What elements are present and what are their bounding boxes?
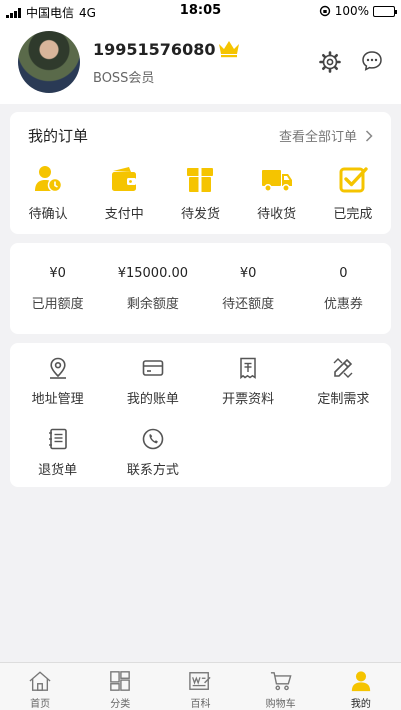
battery-icon bbox=[373, 5, 397, 17]
service-contact[interactable]: 联系方式 bbox=[105, 427, 200, 478]
quota-value: ¥0 bbox=[49, 266, 66, 281]
checkbox-icon bbox=[339, 167, 368, 193]
quota-grid: ¥0 已用额度 ¥15000.00 剩余额度 ¥0 待还额度 0 优惠券 bbox=[10, 243, 391, 312]
view-all-orders-label: 查看全部订单 bbox=[278, 130, 357, 145]
service-label: 地址管理 bbox=[31, 392, 84, 407]
order-status-label: 支付中 bbox=[104, 207, 144, 222]
orders-card: 我的订单 查看全部订单 待确认 支付中 待发货 待收货 已完成 bbox=[10, 112, 391, 234]
truck-icon bbox=[261, 170, 292, 192]
home-icon bbox=[29, 671, 51, 691]
rotation-lock-icon bbox=[319, 5, 330, 17]
card-icon bbox=[142, 360, 164, 376]
service-label: 定制需求 bbox=[317, 392, 370, 407]
tab-bar: 首页 分类 百科 购物车 我的 bbox=[0, 662, 401, 710]
tab-home[interactable]: 首页 bbox=[0, 663, 80, 710]
service-label: 我的账单 bbox=[126, 392, 179, 407]
service-label: 联系方式 bbox=[126, 463, 179, 478]
location-pin-icon bbox=[49, 357, 66, 379]
quota-label: 已用额度 bbox=[31, 297, 84, 312]
order-status-label: 待确认 bbox=[28, 207, 68, 222]
view-all-orders-link[interactable]: 查看全部订单 bbox=[279, 126, 373, 145]
invoice-icon bbox=[240, 357, 256, 380]
category-icon bbox=[110, 671, 131, 691]
quota-value: ¥15000.00 bbox=[117, 266, 189, 281]
orders-title: 我的订单 bbox=[28, 127, 89, 145]
service-label: 退货单 bbox=[38, 463, 78, 478]
order-status-to-receive[interactable]: 待收货 bbox=[239, 164, 315, 222]
order-status-completed[interactable]: 已完成 bbox=[315, 164, 391, 222]
tab-cart[interactable]: 购物车 bbox=[241, 663, 321, 710]
gear-icon[interactable] bbox=[318, 50, 342, 74]
order-status-label: 待收货 bbox=[257, 207, 297, 222]
avatar[interactable] bbox=[18, 31, 80, 93]
service-address-management[interactable]: 地址管理 bbox=[10, 356, 105, 407]
chevron-right-icon bbox=[365, 129, 373, 142]
quota-used[interactable]: ¥0 已用额度 bbox=[10, 266, 105, 312]
tab-label: 首页 bbox=[30, 699, 51, 710]
quota-remaining[interactable]: ¥15000.00 剩余额度 bbox=[105, 266, 200, 312]
gift-box-icon bbox=[187, 168, 214, 192]
service-invoice-info[interactable]: 开票资料 bbox=[201, 356, 296, 407]
profile-header: 19951576080 BOSS会员 bbox=[0, 22, 401, 104]
tab-label: 分类 bbox=[110, 699, 131, 710]
quota-value: 0 bbox=[339, 266, 348, 281]
order-status-label: 已完成 bbox=[333, 207, 373, 222]
pending-confirm-icon bbox=[35, 166, 63, 193]
user-phone: 19951576080 bbox=[93, 40, 216, 59]
quota-value: ¥0 bbox=[239, 266, 257, 281]
order-status-grid: 待确认 支付中 待发货 待收货 已完成 bbox=[10, 164, 391, 222]
quota-label: 优惠券 bbox=[323, 297, 363, 312]
battery-label: 100% bbox=[334, 4, 369, 18]
encyclopedia-icon bbox=[189, 672, 212, 690]
quota-label: 待还额度 bbox=[222, 297, 275, 312]
user-icon bbox=[351, 671, 371, 692]
service-label: 开票资料 bbox=[222, 392, 275, 407]
tab-label: 购物车 bbox=[265, 699, 296, 710]
order-status-paying[interactable]: 支付中 bbox=[86, 164, 162, 222]
tab-label: 百科 bbox=[190, 699, 211, 710]
services-card: 地址管理 我的账单 开票资料 定制需求 退货单 联系方式 bbox=[10, 343, 391, 487]
quota-label: 剩余额度 bbox=[126, 297, 179, 312]
tab-encyclopedia[interactable]: 百科 bbox=[160, 663, 240, 710]
tab-label: 我的 bbox=[350, 699, 371, 710]
member-level: BOSS会员 bbox=[93, 71, 155, 86]
wallet-icon bbox=[112, 167, 137, 191]
service-my-bills[interactable]: 我的账单 bbox=[105, 356, 200, 407]
quota-coupons[interactable]: 0 优惠券 bbox=[296, 266, 391, 312]
cart-icon bbox=[270, 672, 292, 691]
service-custom-request[interactable]: 定制需求 bbox=[296, 356, 391, 407]
crown-icon bbox=[219, 41, 239, 58]
order-status-label: 待发货 bbox=[180, 207, 220, 222]
pencil-ruler-icon bbox=[333, 358, 353, 378]
quota-to-repay[interactable]: ¥0 待还额度 bbox=[201, 266, 296, 312]
tab-category[interactable]: 分类 bbox=[80, 663, 160, 710]
order-status-to-ship[interactable]: 待发货 bbox=[162, 164, 238, 222]
notebook-icon bbox=[48, 428, 67, 450]
tab-mine[interactable]: 我的 bbox=[321, 663, 401, 710]
message-icon[interactable] bbox=[360, 49, 384, 73]
status-bar: 中国电信 4G 18:05 100% bbox=[0, 0, 401, 22]
service-return-orders[interactable]: 退货单 bbox=[10, 427, 105, 478]
order-status-pending-confirm[interactable]: 待确认 bbox=[10, 164, 86, 222]
phone-icon bbox=[142, 428, 164, 450]
status-right: 100% bbox=[319, 4, 397, 18]
quota-card: ¥0 已用额度 ¥15000.00 剩余额度 ¥0 待还额度 0 优惠券 bbox=[10, 243, 391, 334]
